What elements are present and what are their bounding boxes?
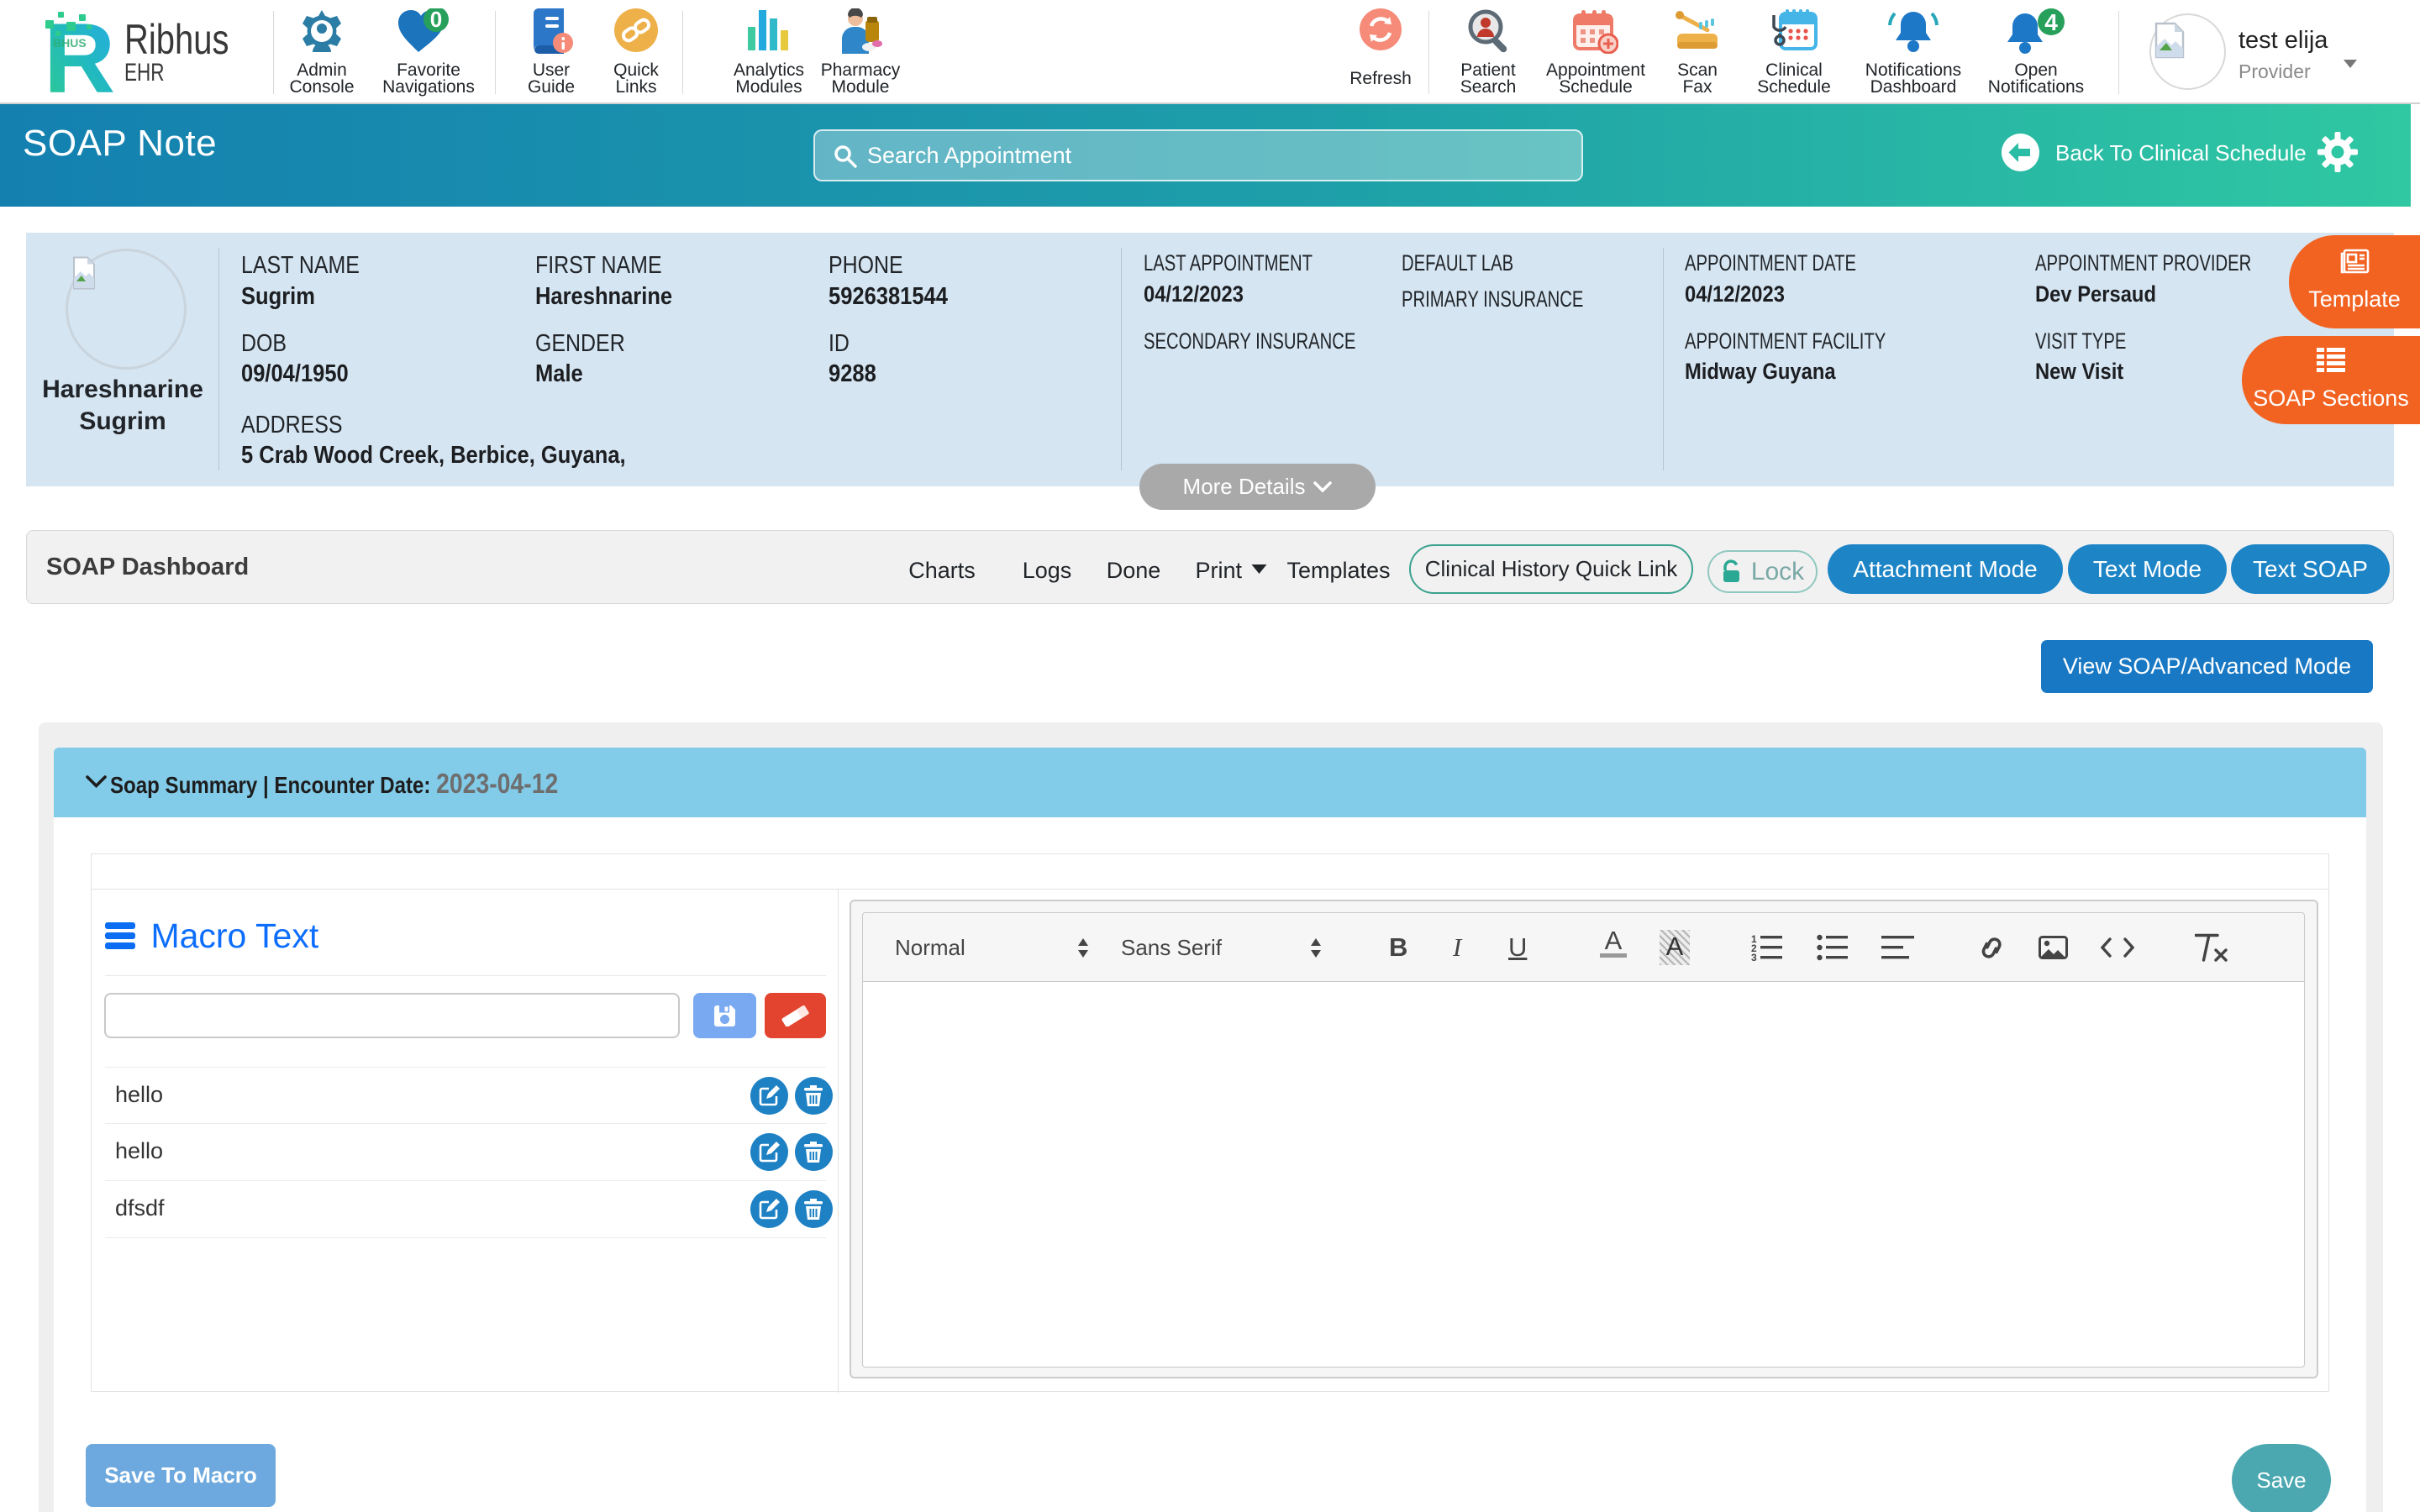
- svg-text:4: 4: [2044, 9, 2058, 35]
- svg-text:0: 0: [430, 8, 442, 32]
- svg-text:R: R: [44, 8, 115, 96]
- svg-text:A: A: [1605, 927, 1623, 955]
- svg-text:3: 3: [1751, 952, 1757, 962]
- svg-text:BHUS: BHUS: [53, 36, 87, 50]
